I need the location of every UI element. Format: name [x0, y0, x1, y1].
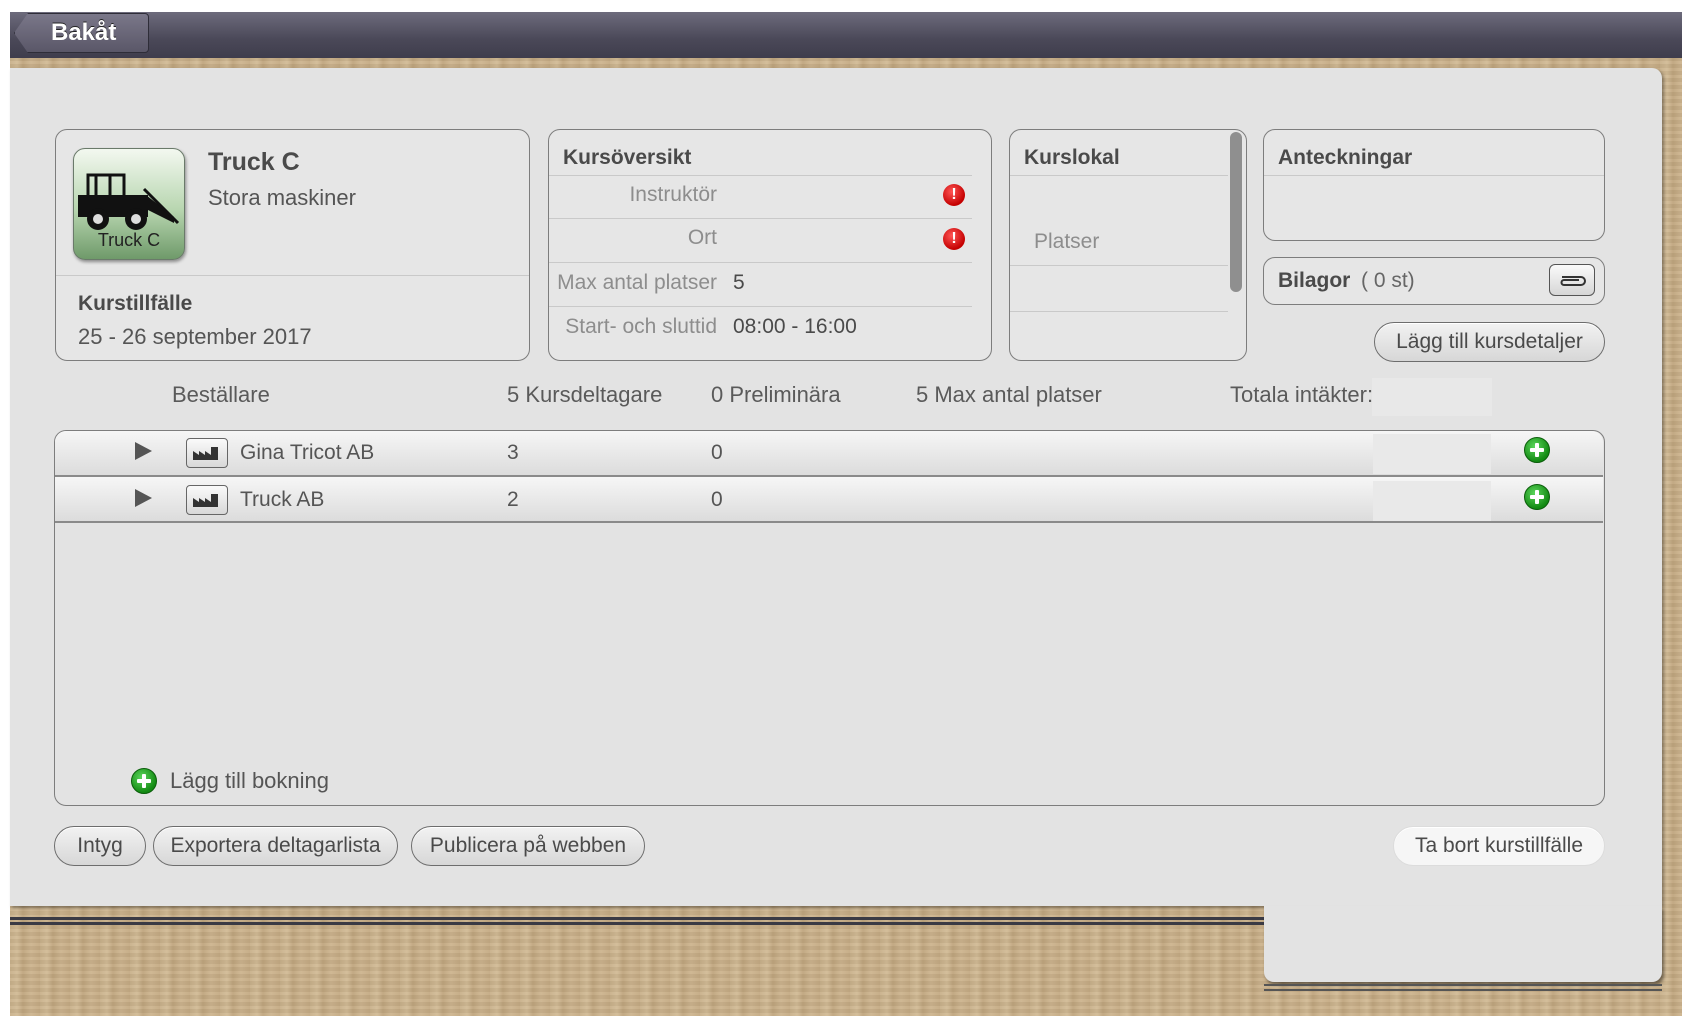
max-seats-value: 5: [733, 271, 745, 294]
company-factory-icon: [186, 438, 228, 468]
seats-label: Platser: [1034, 230, 1100, 253]
divider: [1264, 175, 1604, 176]
page-stack-edge: [10, 917, 1265, 920]
participants-count: 3: [507, 441, 519, 464]
divider: [549, 262, 972, 263]
divider: [56, 275, 529, 276]
divider: [549, 175, 972, 176]
occasion-dates: 25 - 26 september 2017: [78, 324, 312, 349]
company-factory-icon: [186, 485, 228, 515]
course-icon-caption: Truck C: [97, 230, 161, 250]
venue-title: Kurslokal: [1024, 146, 1120, 169]
attachments-bar: Bilagor ( 0 st): [1263, 257, 1605, 305]
page-stack-edge: [1264, 984, 1662, 986]
instructor-warning-icon: !: [943, 184, 965, 206]
booking-income-value: [1373, 434, 1491, 474]
divider: [1010, 265, 1228, 266]
add-participant-icon[interactable]: [1524, 437, 1550, 463]
company-name: Truck AB: [240, 488, 325, 511]
booking-row[interactable]: Gina Tricot AB 3 0: [55, 431, 1603, 477]
add-booking-icon[interactable]: [131, 768, 157, 794]
add-booking-link[interactable]: Lägg till bokning: [170, 768, 329, 794]
participants-count: 2: [507, 488, 519, 511]
divider: [549, 218, 972, 219]
location-label: Ort: [687, 226, 717, 249]
attachments-label: Bilagor: [1278, 269, 1351, 292]
venue-card: Kurslokal Platser: [1009, 129, 1247, 361]
publish-web-button[interactable]: Publicera på webben: [411, 826, 645, 866]
header-max-seats: 5 Max antal platser: [916, 382, 1102, 407]
page-stack-edge: [10, 922, 1265, 925]
back-button[interactable]: Bakåt: [14, 13, 149, 53]
location-warning-icon: !: [943, 228, 965, 250]
delete-occasion-button[interactable]: Ta bort kurstillfälle: [1393, 826, 1605, 866]
occasion-label: Kurstillfälle: [78, 292, 193, 315]
course-info-card: Truck C Truck C Stora maskiner Kurstillf…: [55, 129, 530, 361]
attachments-count: ( 0 st): [1361, 269, 1415, 292]
preliminary-count: 0: [711, 488, 723, 511]
header-preliminary: 0 Preliminära: [711, 382, 841, 407]
paperclip-button[interactable]: [1549, 264, 1595, 296]
expand-arrow-icon[interactable]: [135, 442, 152, 460]
certificate-button[interactable]: Intyg: [54, 826, 146, 866]
course-panel-tail: [1264, 906, 1662, 982]
notes-card[interactable]: Anteckningar: [1263, 129, 1605, 241]
page-stack-edge: [1264, 989, 1662, 991]
total-income-value: [1372, 378, 1492, 416]
max-seats-label: Max antal platser: [557, 271, 717, 294]
top-bar: [10, 12, 1682, 58]
time-value: 08:00 - 16:00: [733, 315, 857, 338]
company-name: Gina Tricot AB: [240, 441, 375, 464]
course-icon: Truck C: [73, 148, 185, 260]
divider: [1010, 175, 1228, 176]
venue-scrollbar[interactable]: [1230, 132, 1242, 292]
divider: [1010, 311, 1228, 312]
header-participants: 5 Kursdeltagare: [507, 382, 663, 407]
course-name: Truck C: [208, 148, 300, 176]
add-participant-icon[interactable]: [1524, 484, 1550, 510]
expand-arrow-icon[interactable]: [135, 489, 152, 507]
booking-row[interactable]: Truck AB 2 0: [55, 477, 1603, 523]
divider: [549, 306, 972, 307]
export-participants-button[interactable]: Exportera deltagarlista: [153, 826, 398, 866]
course-category: Stora maskiner: [208, 185, 356, 210]
header-orderer: Beställare: [172, 382, 270, 407]
booking-income-value: [1373, 481, 1491, 521]
preliminary-count: 0: [711, 441, 723, 464]
add-course-details-button[interactable]: Lägg till kursdetaljer: [1374, 322, 1605, 362]
time-label: Start- och sluttid: [565, 315, 717, 338]
header-total-income: Totala intäkter:: [1230, 382, 1374, 407]
paperclip-icon: [1560, 276, 1586, 286]
instructor-label: Instruktör: [629, 183, 717, 206]
course-overview-card: Kursöversikt Instruktör ! Ort ! Max anta…: [548, 129, 992, 361]
notes-title: Anteckningar: [1278, 146, 1413, 169]
overview-title: Kursöversikt: [563, 146, 692, 169]
